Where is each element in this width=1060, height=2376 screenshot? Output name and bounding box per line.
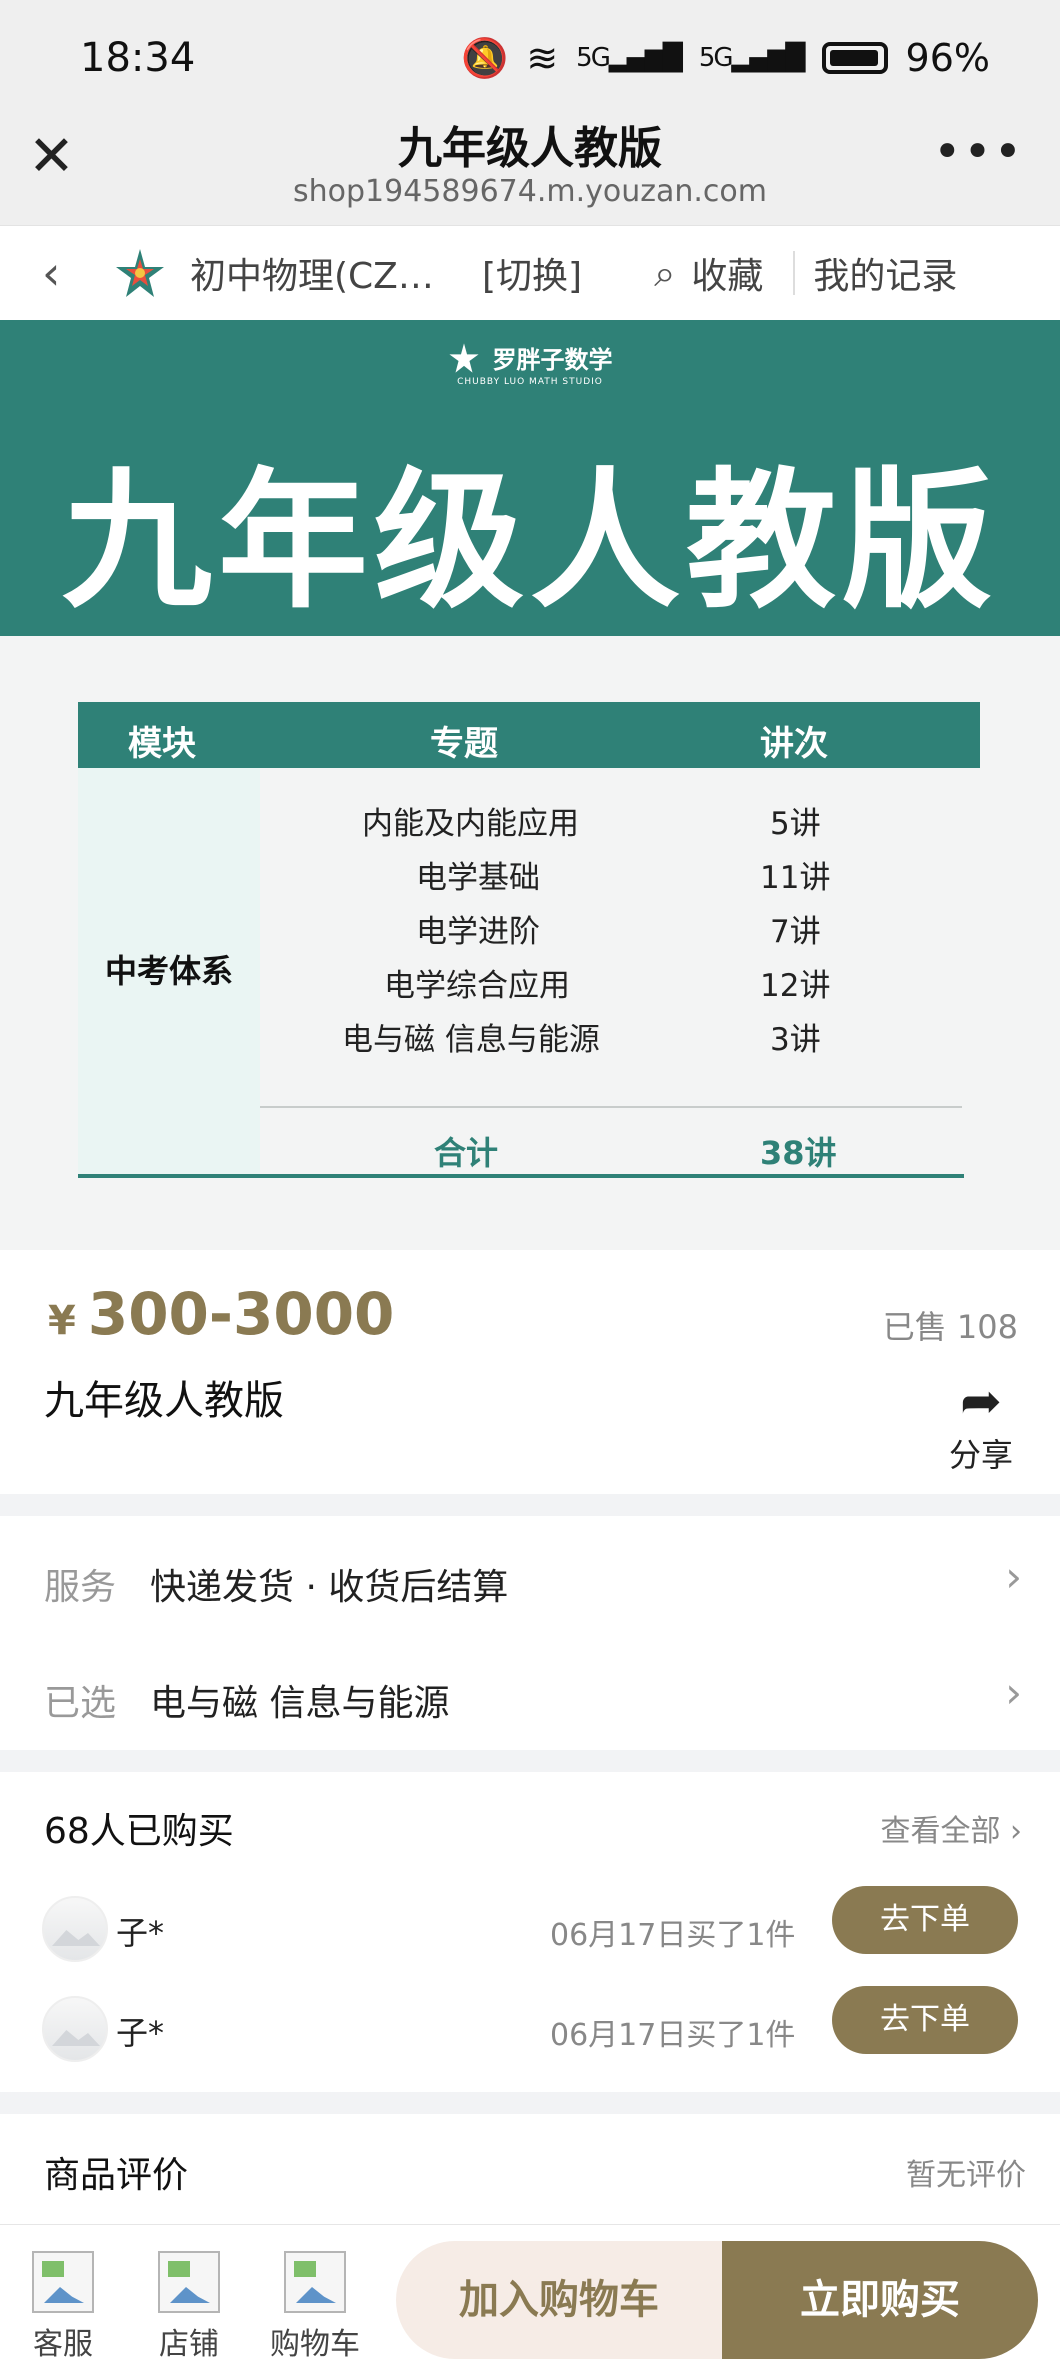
place-order-button[interactable]: 去下单 [832,1986,1018,2054]
chevron-right-icon: › [1010,1814,1022,1849]
table-row-topic: 电学基础 [416,860,540,896]
banner-title: 九年级人教版 [61,455,998,629]
avatar [42,1896,108,1962]
avatar [42,1996,108,2062]
currency-symbol: ¥ [48,1298,76,1344]
battery-level: 96% [905,36,990,80]
shop-nav: ‹ 初中物理(CZ… [切换] ⌕ 收藏 我的记录 [0,226,1060,320]
shop-logo-icon [112,245,168,301]
buyer-date: 06月17日买了1件 [550,2018,796,2053]
signal-5g-icon: 5G▂▄▆█ [576,43,683,73]
back-icon[interactable]: ‹ [42,246,82,300]
selected-key: 已选 [44,1683,117,1724]
table-header: 模块 专题 讲次 [78,702,980,768]
price-range: 300-3000 [87,1280,395,1348]
customer-service-icon [32,2251,94,2313]
table-row-topic: 电与磁 信息与能源 [342,1022,600,1058]
table-row-count: 7讲 [770,914,821,950]
reviews-title: 商品评价 [44,2155,189,2196]
header-topic: 专题 [430,724,498,764]
purchases-title: 68人已购买 [44,1811,234,1852]
banner-header: 罗胖子数学 CHUBBY LUO MATH STUDIO 九年级人教版 [0,320,1060,636]
cart-icon [284,2251,346,2313]
status-time: 18:34 [80,35,196,81]
my-records-button[interactable]: 我的记录 [813,247,957,299]
buyer-name: 子* [116,1914,165,1952]
table-row-topic: 内能及内能应用 [362,806,579,842]
product-banner[interactable]: 罗胖子数学 CHUBBY LUO MATH STUDIO 九年级人教版 模块 专… [0,320,1060,1356]
table-bottom-rule [78,1174,964,1178]
chevron-right-icon: › [1005,1668,1022,1717]
tab-cart[interactable]: 购物车 [270,2251,360,2363]
course-table: 模块 专题 讲次 中考体系 内能及内能应用 5讲 电学基础 11讲 电学进阶 7… [78,702,980,1178]
price: ¥300-3000 [48,1280,394,1348]
service-row-selected[interactable]: 已选 电与磁 信息与能源 › [0,1640,1060,1750]
table-row-count: 5讲 [770,806,821,842]
battery-icon [821,42,888,74]
bell-muted-icon: 🔕 [460,35,509,80]
share-icon: ➦ [960,1372,1002,1430]
sold-count: 已售 108 [882,1308,1018,1346]
list-item: 子* 06月17日买了1件 去下单 [0,1886,1060,1976]
table-divider [260,1106,962,1108]
shop-icon [158,2251,220,2313]
selected-value: 电与磁 信息与能源 [150,1683,450,1724]
bottom-action-bar: 客服 店铺 购物车 加入购物车 立即购买 [0,2224,1060,2376]
more-icon[interactable]: ••• [933,124,1024,180]
purchases-card: 68人已购买 查看全部 › 子* 06月17日买了1件 去下单 子* 06月17… [0,1772,1060,2092]
buyer-date: 06月17日买了1件 [550,1918,796,1953]
table-row-count: 12讲 [760,968,831,1004]
header-module: 模块 [128,724,196,764]
wifi-icon: ≋ [526,36,559,80]
signal-5g-icon-2: 5G▂▄▆█ [698,43,806,73]
page-url: shop194589674.m.youzan.com [293,174,767,209]
page-title: 九年级人教版 [398,123,662,174]
switch-shop-button[interactable]: [切换] [482,247,582,299]
total-value: 38讲 [760,1134,837,1172]
header-count: 讲次 [760,724,828,764]
total-label: 合计 [434,1134,499,1172]
service-row-shipping[interactable]: 服务 快递发货 · 收货后结算 › [0,1524,1060,1634]
table-row-count: 11讲 [760,860,831,896]
price-card: ¥300-3000 已售 108 九年级人教版 ➦ 分享 [0,1250,1060,1494]
service-value: 快递发货 · 收货后结算 [150,1567,509,1608]
brand-star-icon [449,342,480,373]
nav-divider [793,251,796,295]
place-order-button[interactable]: 去下单 [832,1886,1018,1954]
status-icons: 🔕 ≋ 5G▂▄▆█ 5G▂▄▆█ 96% [461,36,990,81]
tab-shop[interactable]: 店铺 [144,2251,234,2363]
product-title: 九年级人教版 [44,1378,284,1424]
list-item: 子* 06月17日买了1件 去下单 [0,1986,1060,2076]
module-label: 中考体系 [104,952,233,990]
chevron-right-icon: › [1005,1552,1022,1601]
module-cell: 中考体系 [78,768,260,1178]
tab-customer-service[interactable]: 客服 [18,2251,108,2363]
buyer-name: 子* [116,2014,165,2052]
view-all-link[interactable]: 查看全部 › [880,1806,1022,1850]
search-icon[interactable]: ⌕ [654,251,675,296]
buy-now-button[interactable]: 立即购买 [722,2241,1038,2359]
table-row-topic: 电学进阶 [416,914,540,950]
share-button[interactable]: ➦ 分享 [946,1376,1016,1476]
add-to-cart-button[interactable]: 加入购物车 [396,2241,722,2359]
service-card: 服务 快递发货 · 收货后结算 › 已选 电与磁 信息与能源 › [0,1516,1060,1750]
reviews-card: 商品评价 暂无评价 [0,2114,1060,2224]
table-row-topic: 电学综合应用 [384,968,570,1004]
share-label: 分享 [948,1436,1013,1474]
table-row-count: 3讲 [770,1022,821,1058]
reviews-status[interactable]: 暂无评价 [906,2150,1026,2194]
brand-logo: 罗胖子数学 CHUBBY LUO MATH STUDIO [0,340,1060,387]
shop-name[interactable]: 初中物理(CZ… [190,247,440,299]
service-key: 服务 [44,1567,117,1608]
favorite-button[interactable]: 收藏 [691,247,763,299]
browser-header: ✕ 九年级人教版 shop194589674.m.youzan.com ••• [0,98,1060,226]
